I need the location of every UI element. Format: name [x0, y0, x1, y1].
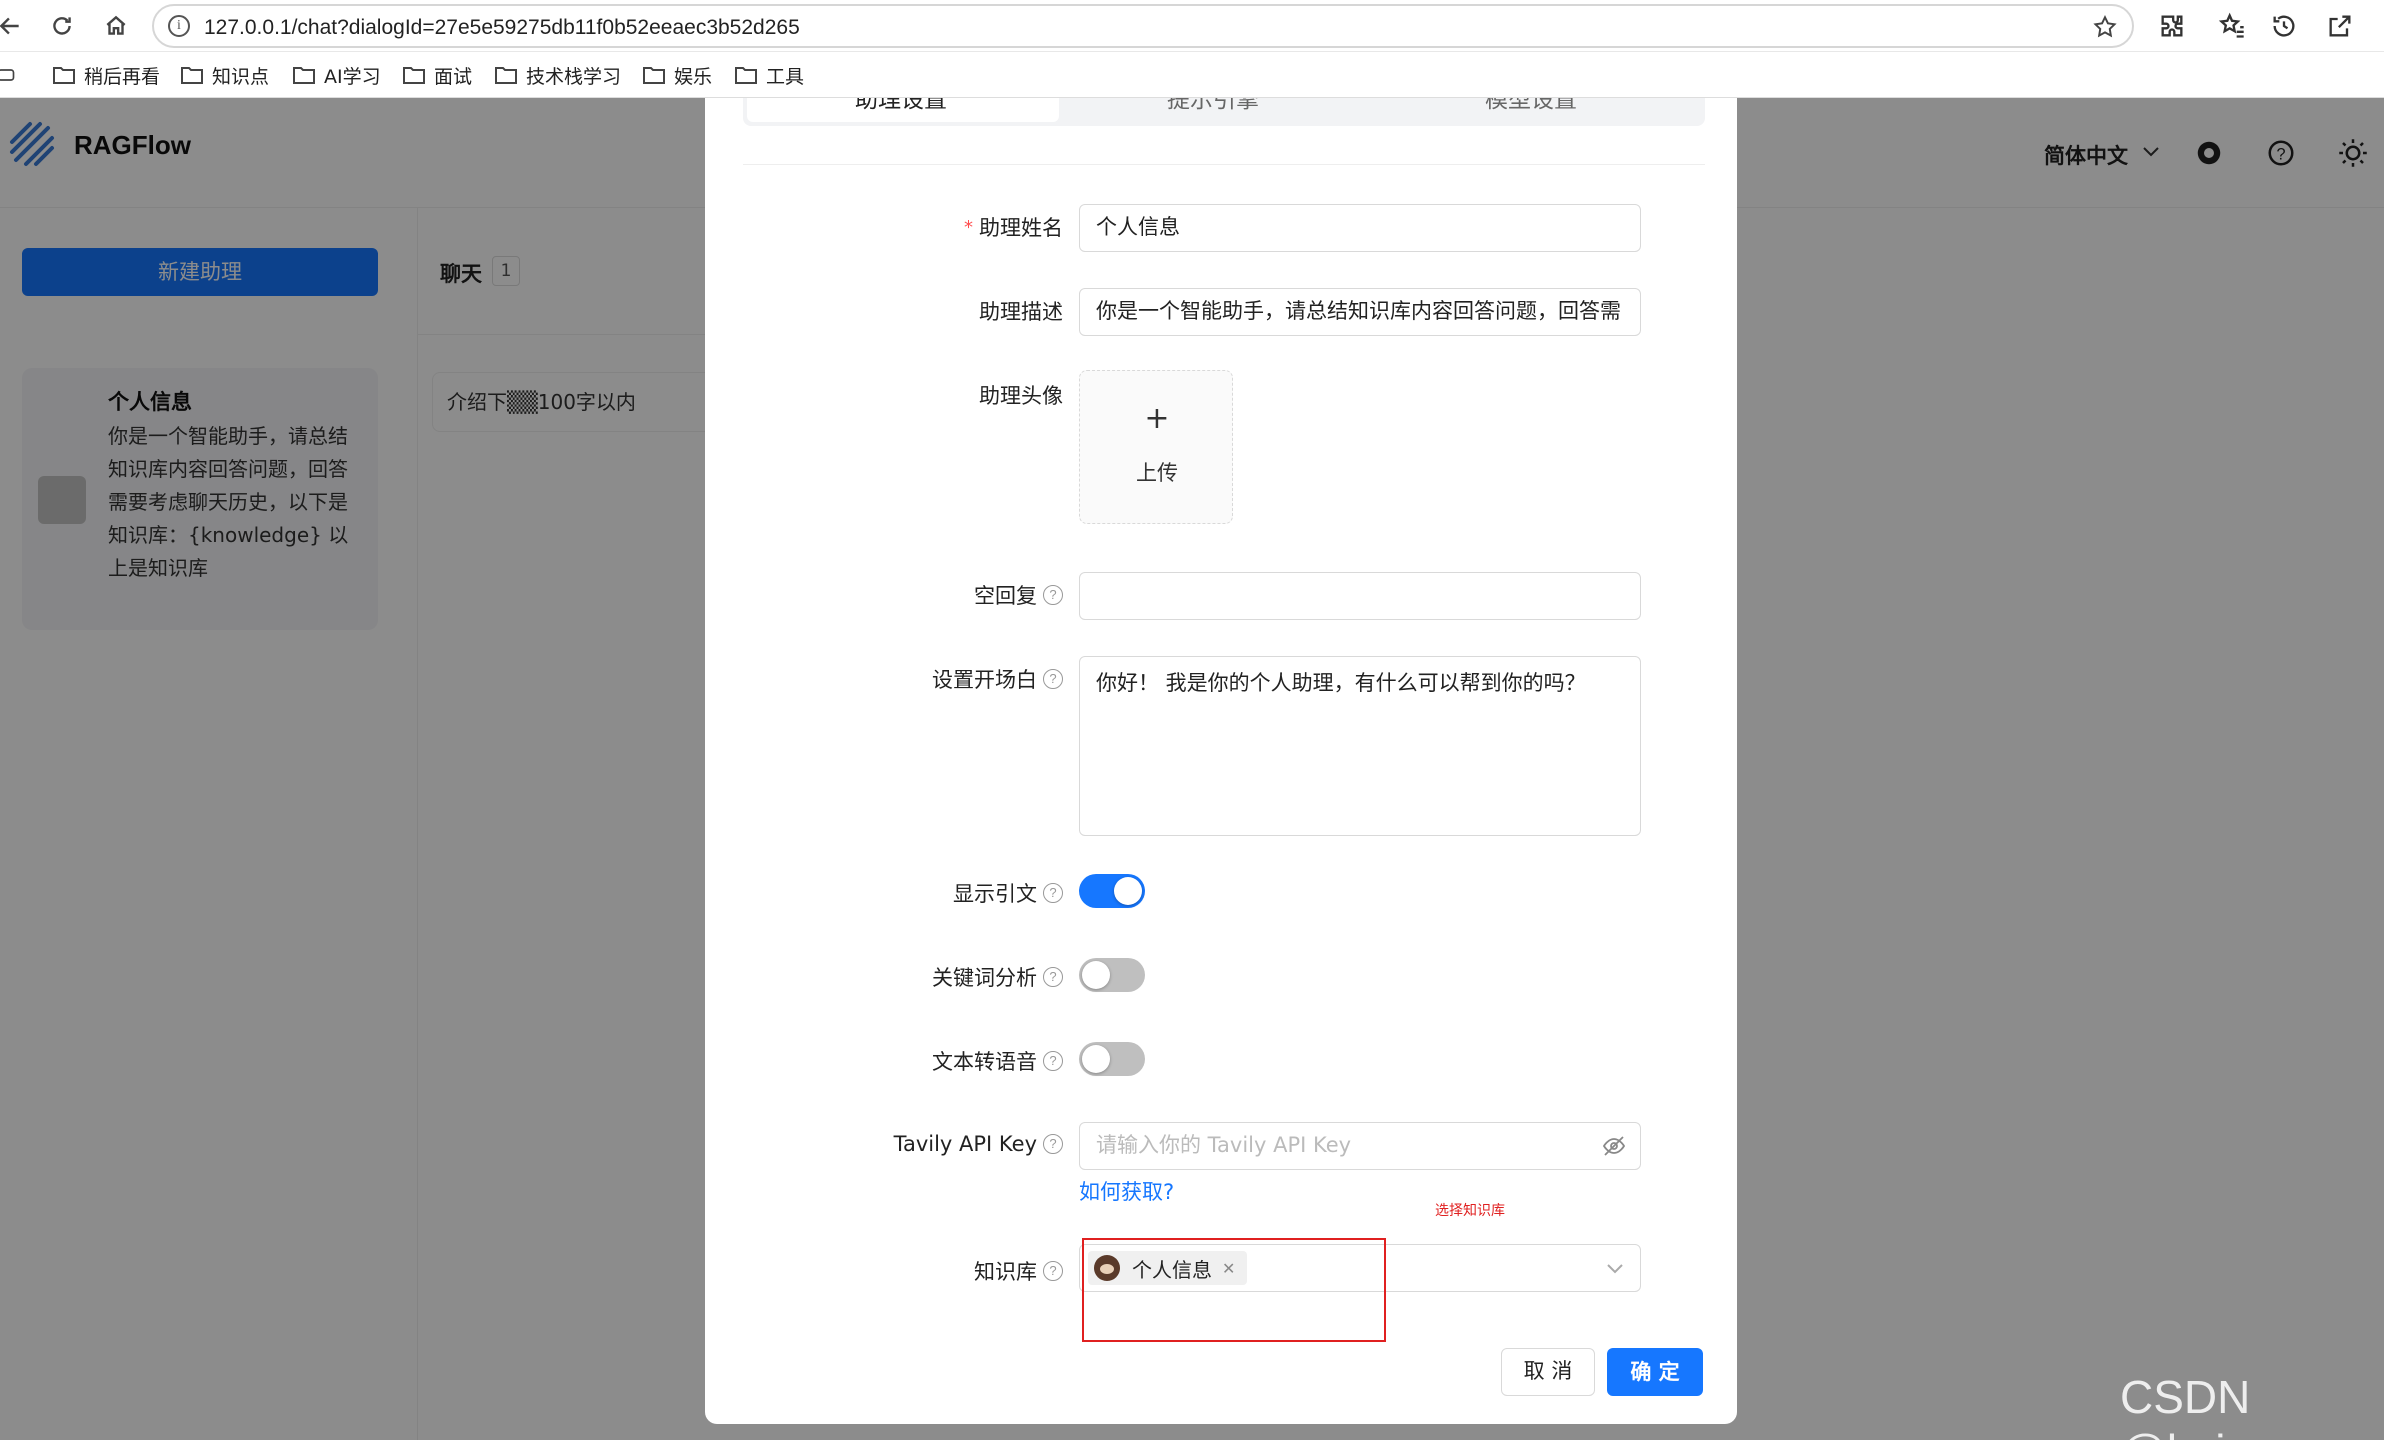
folder-icon	[53, 67, 75, 84]
bookmark-star-icon[interactable]	[2092, 14, 2118, 40]
toggle-knob	[1082, 961, 1110, 989]
help-icon[interactable]: ?	[1043, 585, 1063, 605]
help-icon[interactable]: ?	[1043, 1134, 1063, 1154]
bookmark-label: 面试	[434, 65, 473, 88]
history-icon[interactable]	[2270, 12, 2298, 40]
opener-label: 设置开场白 ?	[932, 664, 1063, 694]
field-label: 助理头像	[979, 384, 1063, 408]
input-placeholder: 请输入你的 Tavily API Key	[1096, 1133, 1352, 1157]
help-icon[interactable]: ?	[1043, 1261, 1063, 1281]
site-info-icon[interactable]: i	[168, 15, 190, 37]
folder-icon	[403, 67, 425, 84]
empty-reply-input[interactable]	[1079, 572, 1641, 620]
field-label: 知识库	[974, 1260, 1037, 1284]
watermark: CSDN @hxj..	[2120, 1371, 2251, 1440]
confirm-button[interactable]: 确 定	[1607, 1348, 1703, 1396]
settings-tabs: 助理设置 提示引擎 模型设置	[743, 98, 1705, 126]
tab-prompt-engine[interactable]: 提示引擎	[1167, 98, 1259, 114]
toggle-knob	[1082, 1045, 1110, 1073]
assistant-description-label: 助理描述	[979, 296, 1063, 326]
field-label: 助理姓名	[979, 216, 1063, 240]
required-marker: *	[964, 216, 973, 238]
favorites-icon[interactable]	[2218, 12, 2246, 40]
annotation-text: 选择知识库	[1435, 1203, 1505, 1219]
help-icon[interactable]: ?	[1043, 1051, 1063, 1071]
back-icon[interactable]	[0, 8, 28, 44]
tavily-api-key-input[interactable]: 请输入你的 Tavily API Key	[1079, 1122, 1641, 1170]
assistant-settings-modal: 助理设置 提示引擎 模型设置 * 助理姓名 个人信息 助理描述 你是一个智能助手…	[705, 98, 1737, 1424]
opener-textarea[interactable]: 你好！ 我是你的个人助理，有什么可以帮到你的吗？	[1079, 656, 1641, 836]
folder-icon	[495, 67, 517, 84]
field-label: 空回复	[974, 584, 1037, 608]
field-label: Tavily API Key	[893, 1132, 1037, 1156]
assistant-avatar-label: 助理头像	[979, 380, 1063, 410]
keyword-analysis-label: 关键词分析 ?	[932, 962, 1063, 992]
bookmark-item[interactable]: 娱乐	[642, 62, 712, 88]
eye-invisible-icon[interactable]	[1602, 1135, 1626, 1157]
divider	[743, 164, 1705, 165]
bookmark-item[interactable]: 工具	[734, 62, 804, 88]
toggle-knob	[1114, 877, 1142, 905]
cancel-button[interactable]: 取 消	[1501, 1348, 1595, 1396]
plus-icon: +	[1144, 401, 1170, 436]
upload-label: 上传	[1136, 461, 1178, 485]
bookmark-item[interactable]: 知识点	[180, 62, 269, 88]
reading-list-icon[interactable]	[0, 62, 18, 88]
tts-toggle[interactable]	[1079, 1042, 1145, 1076]
chevron-down-icon[interactable]	[1606, 1263, 1624, 1275]
bookmark-label: 工具	[766, 65, 805, 88]
how-to-get-link[interactable]: 如何获取?	[1079, 1176, 1174, 1206]
folder-icon	[181, 67, 203, 84]
bookmarks-bar: 稍后再看 知识点 AI学习 面试 技术栈学习 娱乐 工具	[0, 52, 2384, 98]
bookmark-item[interactable]: 面试	[402, 62, 472, 88]
share-icon[interactable]	[2326, 12, 2354, 40]
folder-icon	[643, 67, 665, 84]
bookmark-label: 稍后再看	[84, 65, 161, 88]
annotation-highlight-box	[1082, 1238, 1386, 1342]
folder-icon	[735, 67, 757, 84]
home-icon[interactable]	[98, 8, 134, 44]
assistant-name-label: * 助理姓名	[964, 212, 1063, 242]
assistant-name-input[interactable]: 个人信息	[1079, 204, 1641, 252]
field-label: 关键词分析	[932, 966, 1037, 990]
url-text: 127.0.0.1/chat?dialogId=27e5e59275db11f0…	[204, 16, 800, 39]
knowledge-base-label: 知识库 ?	[974, 1256, 1063, 1286]
help-icon[interactable]: ?	[1043, 883, 1063, 903]
field-label: 助理描述	[979, 300, 1063, 324]
tavily-api-key-label: Tavily API Key ?	[894, 1132, 1063, 1156]
help-icon[interactable]: ?	[1043, 967, 1063, 987]
address-bar[interactable]: i 127.0.0.1/chat?dialogId=27e5e59275db11…	[152, 4, 2134, 48]
bookmark-label: 娱乐	[674, 65, 713, 88]
bookmark-item[interactable]: AI学习	[292, 62, 381, 88]
field-label: 文本转语音	[932, 1050, 1037, 1074]
tts-label: 文本转语音 ?	[932, 1046, 1063, 1076]
bookmark-label: AI学习	[324, 65, 381, 88]
bookmark-label: 技术栈学习	[526, 65, 622, 88]
bookmark-item[interactable]: 技术栈学习	[494, 62, 621, 88]
help-icon[interactable]: ?	[1043, 669, 1063, 689]
show-quote-label: 显示引文 ?	[953, 878, 1063, 908]
browser-toolbar: i 127.0.0.1/chat?dialogId=27e5e59275db11…	[0, 0, 2384, 52]
show-quote-toggle[interactable]	[1079, 874, 1145, 908]
assistant-description-input[interactable]: 你是一个智能助手，请总结知识库内容回答问题，回答需	[1079, 288, 1641, 336]
field-label: 显示引文	[953, 882, 1037, 906]
empty-reply-label: 空回复 ?	[974, 580, 1063, 610]
keyword-analysis-toggle[interactable]	[1079, 958, 1145, 992]
bookmark-item[interactable]: 稍后再看	[52, 62, 160, 88]
field-label: 设置开场白	[932, 668, 1037, 692]
bookmark-label: 知识点	[212, 65, 270, 88]
reload-icon[interactable]	[44, 8, 80, 44]
folder-icon	[293, 67, 315, 84]
extensions-icon[interactable]	[2158, 12, 2186, 40]
avatar-upload-button[interactable]: + 上传	[1079, 370, 1233, 524]
tab-assistant-settings[interactable]: 助理设置	[855, 98, 947, 114]
tab-model-settings[interactable]: 模型设置	[1485, 98, 1577, 114]
